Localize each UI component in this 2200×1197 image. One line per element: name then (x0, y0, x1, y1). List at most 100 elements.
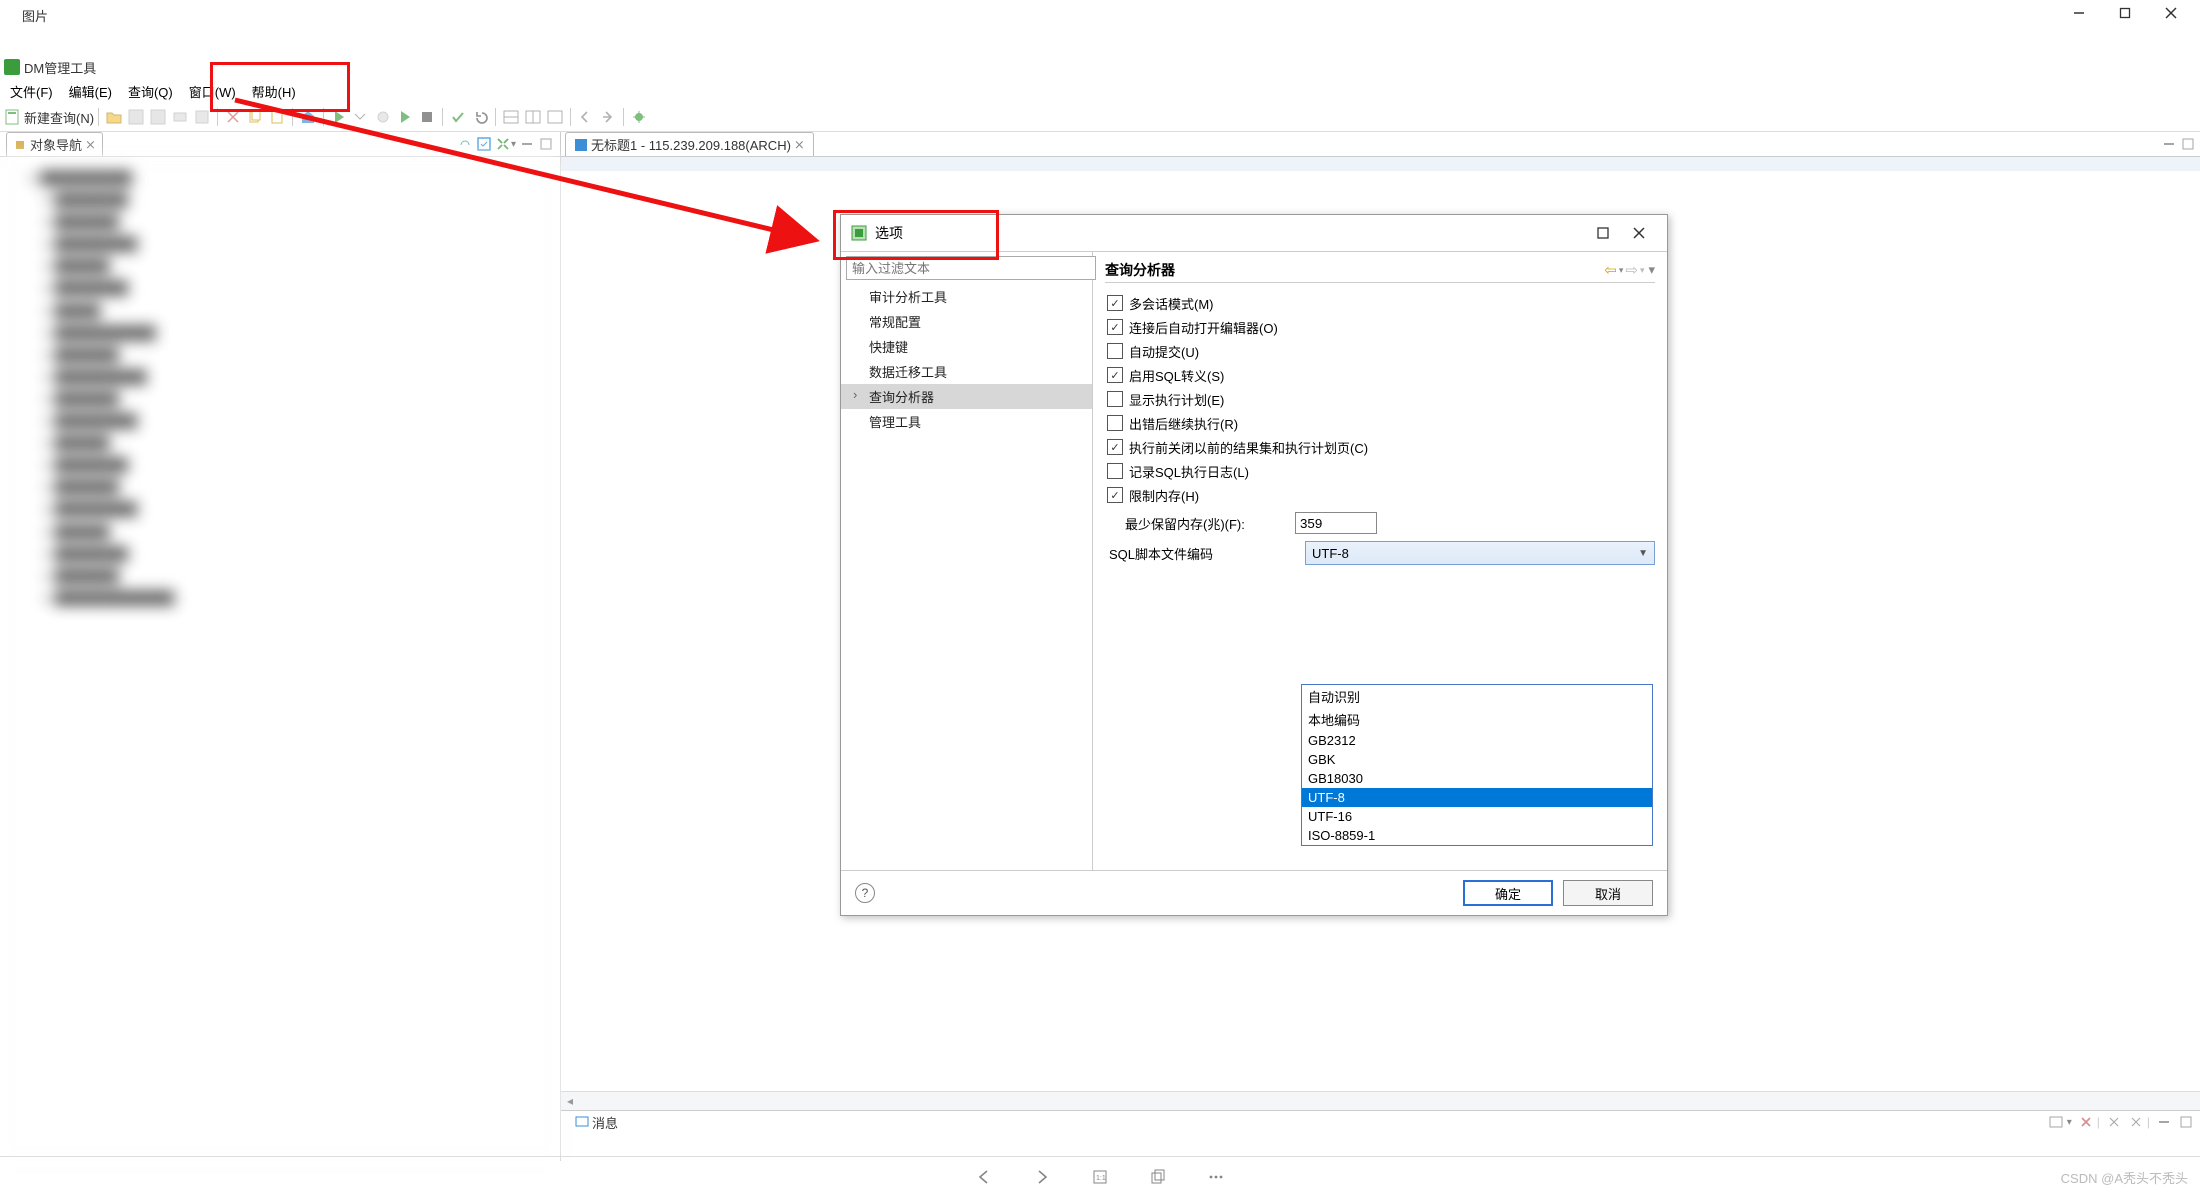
checkbox-icon (1107, 295, 1123, 311)
mem-input[interactable] (1295, 512, 1377, 534)
opt-continue-err[interactable]: 出错后继续执行(R) (1107, 411, 1655, 435)
bug-icon[interactable] (631, 109, 647, 125)
checkbox-icon (1107, 487, 1123, 503)
sql-file-icon (574, 138, 588, 152)
object-nav-label: 对象导航 (30, 135, 82, 154)
grid2-icon[interactable] (525, 109, 541, 125)
dialog-maximize-button[interactable] (1585, 219, 1621, 247)
preview-icon[interactable] (194, 109, 210, 125)
encoding-option[interactable]: UTF-16 (1302, 807, 1652, 826)
encoding-option[interactable]: GBK (1302, 750, 1652, 769)
encoding-option[interactable]: GB2312 (1302, 731, 1652, 750)
checkbox-icon (1107, 463, 1123, 479)
nav-fwd-icon[interactable]: ⇨ (1625, 261, 1638, 279)
new-query-icon (5, 109, 21, 125)
chevron-down-icon: ▼ (1638, 548, 1648, 559)
opt-multi-session[interactable]: 多会话模式(M) (1107, 291, 1655, 315)
print-icon[interactable] (172, 109, 188, 125)
expand-icon[interactable] (496, 137, 511, 152)
editor-tab[interactable]: 无标题1 - 115.239.209.188(ARCH) ⨯ (565, 132, 814, 156)
debug-icon[interactable] (375, 109, 391, 125)
next-icon[interactable] (1033, 1168, 1051, 1186)
encoding-option[interactable]: ISO-8859-1 (1302, 826, 1652, 845)
options-dialog: 选项 审计分析工具 常规配置 快捷键 数据迁移工具 ›查询分析器 管理工具 查询… (840, 214, 1668, 916)
nav-query-analyzer-label: 查询分析器 (869, 390, 934, 405)
new-query-button[interactable]: 新建查询(N) (24, 108, 94, 127)
editor-tab-label: 无标题1 - 115.239.209.188(ARCH) (591, 135, 791, 154)
outer-viewer-title: 图片 (0, 0, 2200, 29)
save-all-icon[interactable] (150, 109, 166, 125)
opt-open-editor[interactable]: 连接后自动打开编辑器(O) (1107, 315, 1655, 339)
nav-query-analyzer[interactable]: ›查询分析器 (841, 384, 1092, 409)
grid3-icon[interactable] (547, 109, 563, 125)
menu-edit[interactable]: 编辑(E) (61, 79, 120, 104)
edit-box-icon[interactable] (477, 137, 492, 152)
grid1-icon[interactable] (503, 109, 519, 125)
opt-limit-mem[interactable]: 限制内存(H) (1107, 483, 1655, 507)
fit-icon[interactable]: 1:1 (1091, 1168, 1109, 1186)
annotation-highlight-1 (210, 62, 350, 112)
host-close-button[interactable] (2148, 0, 2194, 26)
right-min-icon[interactable] (2162, 137, 2177, 152)
help-button[interactable]: ? (855, 883, 875, 903)
undo-nav-icon[interactable] (578, 109, 594, 125)
nav-back-icon[interactable]: ⇦ (1604, 261, 1617, 279)
cancel-button[interactable]: 取消 (1563, 880, 1653, 906)
msg-close1-icon[interactable] (2107, 1115, 2122, 1130)
run-dropdown-icon[interactable] (353, 109, 369, 125)
minimize-pane-icon[interactable] (520, 137, 535, 152)
opt-auto-commit[interactable]: 自动提交(U) (1107, 339, 1655, 363)
messages-tab[interactable]: 消息 (567, 1112, 626, 1133)
encoding-option[interactable]: UTF-8 (1302, 788, 1652, 807)
svg-text:1:1: 1:1 (1096, 1175, 1106, 1182)
opt-label: 记录SQL执行日志(L) (1129, 462, 1249, 481)
save-icon[interactable] (128, 109, 144, 125)
dialog-footer: ? 确定 取消 (841, 870, 1667, 915)
msg-min-icon[interactable] (2157, 1115, 2172, 1130)
horizontal-scrollbar[interactable]: ◂ (561, 1091, 2200, 1110)
open-folder-icon[interactable] (106, 109, 122, 125)
message-icon (575, 1115, 589, 1129)
run-script-icon[interactable] (397, 109, 413, 125)
nav-shortcut[interactable]: 快捷键 (841, 334, 1092, 359)
encoding-option[interactable]: 自动识别 (1302, 685, 1652, 708)
ok-button[interactable]: 确定 (1463, 880, 1553, 906)
object-nav-tab[interactable]: 对象导航 ⨯ (6, 132, 103, 156)
commit-icon[interactable] (450, 109, 466, 125)
prev-icon[interactable] (975, 1168, 993, 1186)
encoding-option[interactable]: 本地编码 (1302, 708, 1652, 731)
menu-file[interactable]: 文件(F) (2, 79, 61, 104)
msg-grid-icon[interactable] (2049, 1115, 2064, 1130)
host-minimize-button[interactable] (2056, 0, 2102, 26)
opt-sql-escape[interactable]: 启用SQL转义(S) (1107, 363, 1655, 387)
object-navigator-tree[interactable]: ▸ ██████████ ▸ ████████ ▸ ███████ ▸ ████… (0, 157, 560, 1161)
restore-pane-icon[interactable] (539, 137, 554, 152)
msg-close2-icon[interactable] (2129, 1115, 2144, 1130)
nav-admin[interactable]: 管理工具 (841, 409, 1092, 434)
opt-log-sql[interactable]: 记录SQL执行日志(L) (1107, 459, 1655, 483)
more-icon[interactable] (1207, 1168, 1225, 1186)
redo-nav-icon[interactable] (600, 109, 616, 125)
link-icon[interactable] (458, 137, 473, 152)
host-maximize-button[interactable] (2102, 0, 2148, 26)
msg-max-icon[interactable] (2179, 1115, 2194, 1130)
stop-icon[interactable] (419, 109, 435, 125)
right-max-icon[interactable] (2181, 137, 2196, 152)
annotation-highlight-2 (833, 210, 999, 260)
nav-general[interactable]: 常规配置 (841, 309, 1092, 334)
msg-clear-icon[interactable] (2079, 1115, 2094, 1130)
menu-query[interactable]: 查询(Q) (120, 79, 181, 104)
rollback-icon[interactable] (472, 109, 488, 125)
checkbox-icon (1107, 415, 1123, 431)
nav-audit[interactable]: 审计分析工具 (841, 284, 1092, 309)
dialog-form: 查询分析器 ⇦▾ ⇨▾ ▾ 多会话模式(M) 连接后自动打开编辑器(O) 自动提… (1093, 252, 1667, 870)
opt-show-plan[interactable]: 显示执行计划(E) (1107, 387, 1655, 411)
nav-migrate[interactable]: 数据迁移工具 (841, 359, 1092, 384)
encoding-dropdown: 自动识别 本地编码 GB2312 GBK GB18030 UTF-8 UTF-1… (1301, 684, 1653, 846)
opt-close-prev[interactable]: 执行前关闭以前的结果集和执行计划页(C) (1107, 435, 1655, 459)
checkbox-icon (1107, 343, 1123, 359)
copy-img-icon[interactable] (1149, 1168, 1167, 1186)
encoding-combo[interactable]: UTF-8 ▼ (1305, 541, 1655, 565)
encoding-option[interactable]: GB18030 (1302, 769, 1652, 788)
dialog-close-button[interactable] (1621, 219, 1657, 247)
